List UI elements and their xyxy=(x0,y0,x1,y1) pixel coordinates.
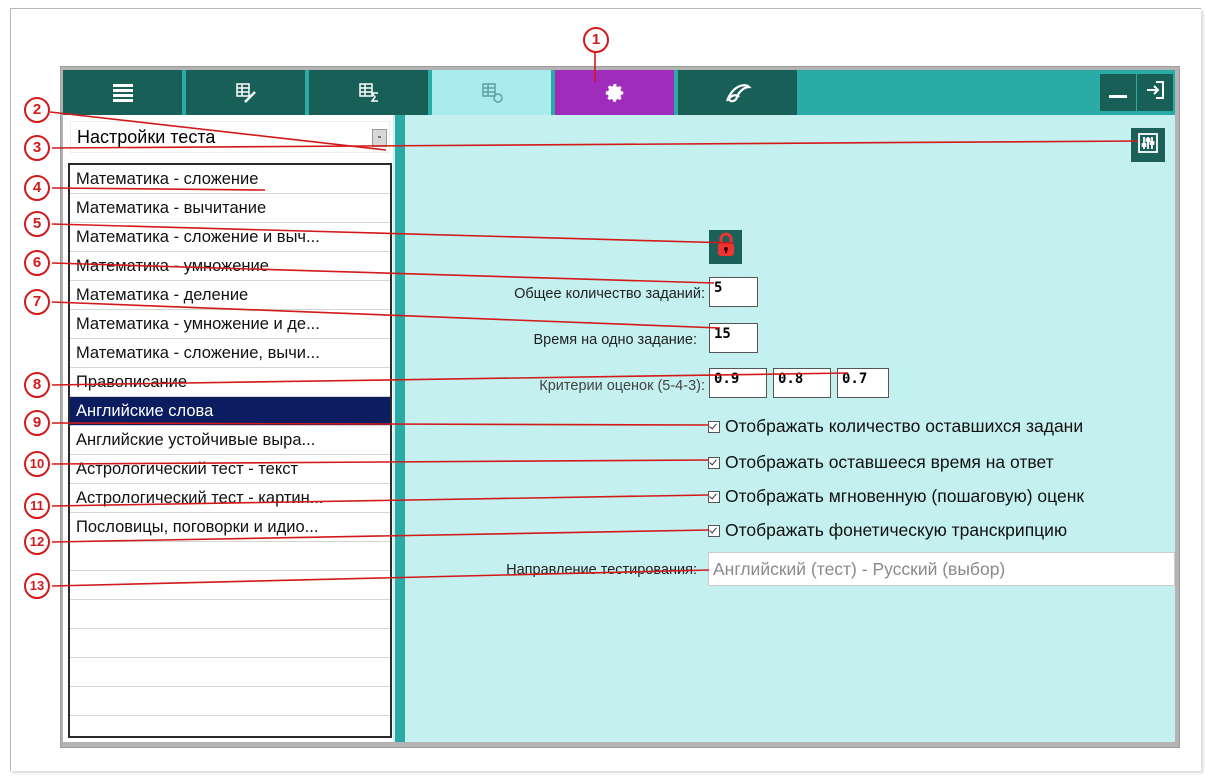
show-transcription-label: Отображать фонетическую транскрипцию xyxy=(725,520,1068,540)
list-item[interactable]: Математика - умножение xyxy=(70,252,390,281)
exit-icon xyxy=(1144,79,1166,106)
time-per-task-label: Время на одно задание: xyxy=(533,332,698,348)
sliders-icon xyxy=(1136,131,1160,160)
callout-10: 10 xyxy=(24,451,50,477)
list-item[interactable]: Английские слова xyxy=(70,397,390,426)
panel-splitter[interactable] xyxy=(393,115,405,742)
tab-sum[interactable] xyxy=(309,70,430,115)
show-transcription-checkbox[interactable]: Отображать фонетическую транскрипцию xyxy=(708,520,1067,541)
toolbar xyxy=(63,70,1175,115)
show-instant-score-label: Отображать мгновенную (пошаговую) оценк xyxy=(725,486,1085,506)
list-item[interactable]: Английские устойчивые выра... xyxy=(70,426,390,455)
list-item[interactable] xyxy=(70,542,390,571)
minimize-icon xyxy=(1107,79,1129,106)
list-item[interactable]: Математика - сложение xyxy=(70,165,390,194)
show-remaining-time-checkbox[interactable]: Отображать оставшееся время на ответ xyxy=(708,452,1054,473)
callout-9: 9 xyxy=(24,410,50,436)
callout-3: 3 xyxy=(24,135,50,161)
criteria-5-input[interactable]: 0.9 xyxy=(709,368,767,398)
list-item[interactable] xyxy=(70,600,390,629)
list-item[interactable]: Пословицы, поговорки и идио... xyxy=(70,513,390,542)
callout-6: 6 xyxy=(24,250,50,276)
list-item[interactable] xyxy=(70,571,390,600)
list-item[interactable]: Математика - деление xyxy=(70,281,390,310)
show-remaining-tasks-label: Отображать количество оставшихся задани xyxy=(725,416,1084,436)
callout-13: 13 xyxy=(24,573,50,599)
gear-icon xyxy=(604,82,626,104)
criteria-3-input[interactable]: 0.7 xyxy=(837,368,889,398)
lock-button[interactable] xyxy=(709,230,742,264)
list-item[interactable]: Математика - сложение, вычи... xyxy=(70,339,390,368)
list-item[interactable]: Математика - умножение и де... xyxy=(70,310,390,339)
settings-toggle-button[interactable] xyxy=(1130,127,1166,163)
chevron-down-icon[interactable]: - xyxy=(372,129,387,147)
panel-mode-combo[interactable]: Настройки теста - xyxy=(70,121,390,153)
total-tasks-label: Общее количество заданий: xyxy=(514,286,705,302)
table-sum-icon xyxy=(357,81,381,105)
list-item[interactable]: Математика - сложение и выч... xyxy=(70,223,390,252)
callout-5: 5 xyxy=(24,211,50,237)
tab-settings[interactable] xyxy=(555,70,676,115)
list-item[interactable]: Правописание xyxy=(70,368,390,397)
list-item[interactable] xyxy=(70,658,390,687)
exit-button[interactable] xyxy=(1137,74,1173,111)
panel-mode-value: Настройки теста xyxy=(77,126,216,147)
show-remaining-time-label: Отображать оставшееся время на ответ xyxy=(725,452,1054,472)
show-remaining-tasks-checkbox[interactable]: Отображать количество оставшихся задани xyxy=(708,416,1083,437)
edit-table-icon xyxy=(234,81,258,105)
list-item[interactable]: Математика - вычитание xyxy=(70,194,390,223)
callout-2: 2 xyxy=(24,97,50,123)
total-tasks-input[interactable]: 5 xyxy=(709,277,758,307)
time-per-task-input[interactable]: 15 xyxy=(709,323,758,353)
callout-12: 12 xyxy=(24,529,50,555)
tab-edit-test[interactable] xyxy=(186,70,307,115)
callout-1: 1 xyxy=(583,27,609,53)
checkbox-checked-icon xyxy=(708,456,720,469)
checkbox-checked-icon xyxy=(708,524,720,537)
tab-about[interactable] xyxy=(678,70,799,115)
grade-criteria-label: Критерии оценок (5-4-3): xyxy=(539,378,705,394)
test-direction-label: Направление тестирования: xyxy=(506,562,697,578)
logo-icon xyxy=(723,81,753,105)
list-icon xyxy=(111,82,135,104)
callout-8: 8 xyxy=(24,372,50,398)
minimize-button[interactable] xyxy=(1100,74,1136,111)
list-item[interactable] xyxy=(70,629,390,658)
show-instant-score-checkbox[interactable]: Отображать мгновенную (пошаговую) оценк xyxy=(708,486,1084,507)
criteria-4-input[interactable]: 0.8 xyxy=(773,368,831,398)
tab-test-view[interactable] xyxy=(432,70,553,115)
list-item[interactable]: Астрологический тест - картин... xyxy=(70,484,390,513)
callout-11: 11 xyxy=(24,493,50,519)
lock-icon xyxy=(715,232,737,263)
test-direction-select[interactable]: Английский (тест) - Русский (выбор) xyxy=(708,552,1175,586)
checkbox-checked-icon xyxy=(708,420,720,433)
test-list[interactable]: Математика - сложение Математика - вычита… xyxy=(68,163,392,738)
list-item[interactable]: Астрологический тест - текст xyxy=(70,455,390,484)
checkbox-checked-icon xyxy=(708,490,720,503)
callout-7: 7 xyxy=(24,289,50,315)
list-item[interactable] xyxy=(70,687,390,716)
tab-list[interactable] xyxy=(63,70,184,115)
callout-4: 4 xyxy=(24,175,50,201)
table-view-icon xyxy=(480,81,504,105)
